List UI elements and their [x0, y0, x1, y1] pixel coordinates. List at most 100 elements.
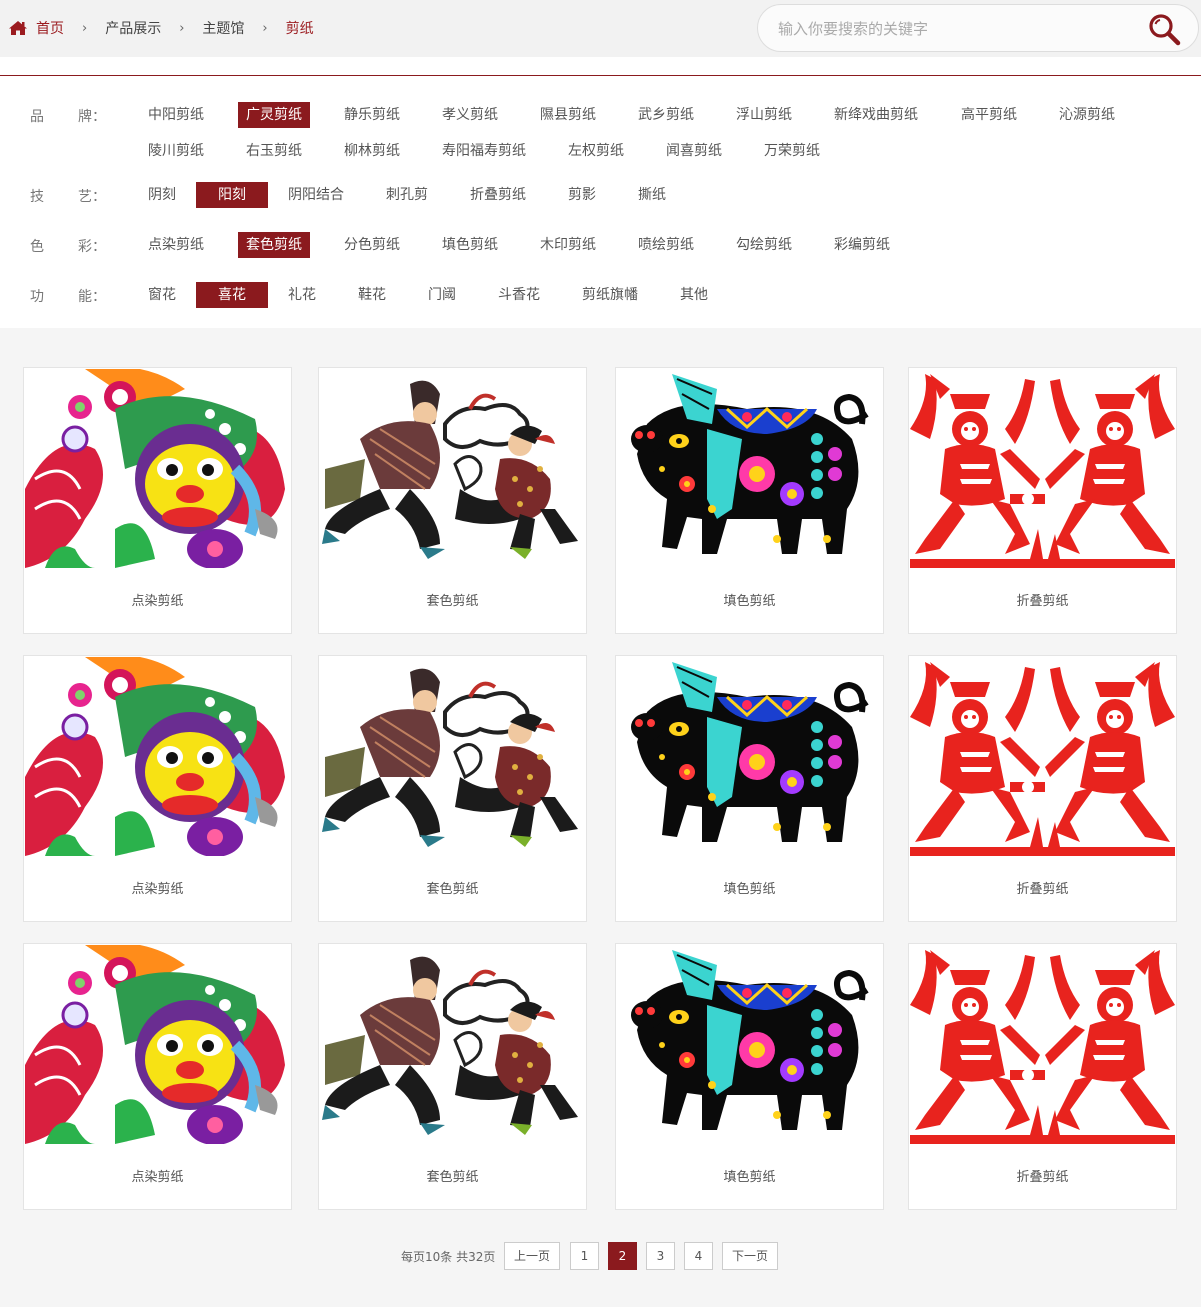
filter-option[interactable]: 门阈 — [420, 282, 464, 308]
filter-option[interactable]: 分色剪纸 — [336, 232, 408, 258]
filter-option[interactable]: 折叠剪纸 — [462, 182, 534, 208]
filter-option[interactable]: 中阳剪纸 — [140, 102, 212, 128]
filter-option[interactable]: 新绛戏曲剪纸 — [826, 102, 926, 128]
lion-papercut-image[interactable] — [25, 945, 290, 1144]
pig-papercut-image[interactable] — [617, 657, 882, 856]
breadcrumb: 首页 › 产品展示 › 主题馆 › 剪纸 — [8, 18, 314, 38]
filter-option-selected[interactable]: 阳刻 — [196, 182, 268, 208]
filter-option[interactable]: 剪影 — [560, 182, 604, 208]
product-caption[interactable]: 套色剪纸 — [319, 590, 586, 609]
product-card[interactable]: 套色剪纸 — [318, 367, 587, 634]
filter-option-selected[interactable]: 广灵剪纸 — [238, 102, 310, 128]
red-figures-papercut-image[interactable] — [910, 657, 1175, 856]
product-caption[interactable]: 折叠剪纸 — [909, 590, 1176, 609]
search-button[interactable] — [1146, 11, 1182, 47]
product-caption[interactable]: 折叠剪纸 — [909, 878, 1176, 897]
product-card[interactable]: 填色剪纸 — [615, 367, 884, 634]
page-button[interactable]: 4 — [684, 1242, 713, 1270]
page-button[interactable]: 1 — [570, 1242, 599, 1270]
filter-option[interactable]: 木印剪纸 — [532, 232, 604, 258]
filter-option[interactable]: 万荣剪纸 — [756, 138, 828, 164]
pagination: 每页10条 共32页 上一页 1 2 3 4 下一页 — [0, 1242, 1201, 1270]
pig-papercut-image[interactable] — [617, 369, 882, 568]
product-caption[interactable]: 填色剪纸 — [616, 878, 883, 897]
prev-page-button[interactable]: 上一页 — [504, 1242, 560, 1270]
product-card[interactable]: 折叠剪纸 — [908, 367, 1177, 634]
search-box — [757, 4, 1199, 52]
filter-option[interactable]: 沁源剪纸 — [1051, 102, 1123, 128]
next-page-button[interactable]: 下一页 — [722, 1242, 778, 1270]
pig-papercut-image[interactable] — [617, 945, 882, 1144]
product-caption[interactable]: 填色剪纸 — [616, 1166, 883, 1185]
product-caption[interactable]: 折叠剪纸 — [909, 1166, 1176, 1185]
filter-option[interactable]: 喷绘剪纸 — [630, 232, 702, 258]
page-button[interactable]: 3 — [646, 1242, 675, 1270]
filter-label-function: 功 能： — [30, 286, 106, 306]
product-caption[interactable]: 点染剪纸 — [24, 590, 291, 609]
filter-option[interactable]: 孝义剪纸 — [434, 102, 506, 128]
filter-label-technique: 技 艺： — [30, 186, 106, 206]
search-icon — [1149, 14, 1181, 46]
filter-option[interactable]: 阴阳结合 — [280, 182, 352, 208]
breadcrumb-theme-hall[interactable]: 主题馆 — [202, 18, 244, 38]
filter-option[interactable]: 隰县剪纸 — [532, 102, 604, 128]
filter-label-color: 色 彩： — [30, 236, 106, 256]
filter-option[interactable]: 填色剪纸 — [434, 232, 506, 258]
filter-label-char: 技 — [30, 189, 44, 205]
filter-option[interactable]: 剪纸旗幡 — [574, 282, 646, 308]
filter-option[interactable]: 彩编剪纸 — [826, 232, 898, 258]
filter-option[interactable]: 柳林剪纸 — [336, 138, 408, 164]
page-button-current[interactable]: 2 — [608, 1242, 637, 1270]
children-papercut-image[interactable] — [320, 945, 585, 1144]
lion-papercut-image[interactable] — [25, 657, 290, 856]
filter-option[interactable]: 闻喜剪纸 — [658, 138, 730, 164]
filter-option[interactable]: 静乐剪纸 — [336, 102, 408, 128]
product-card[interactable]: 套色剪纸 — [318, 943, 587, 1210]
breadcrumb-home[interactable]: 首页 — [8, 18, 64, 38]
filter-option[interactable]: 鞋花 — [350, 282, 394, 308]
filter-option[interactable]: 窗花 — [140, 282, 184, 308]
filter-option[interactable]: 左权剪纸 — [560, 138, 632, 164]
product-card[interactable]: 填色剪纸 — [615, 943, 884, 1210]
filter-option[interactable]: 撕纸 — [630, 182, 674, 208]
breadcrumb-current: 剪纸 — [285, 21, 314, 37]
product-caption[interactable]: 套色剪纸 — [319, 1166, 586, 1185]
children-papercut-image[interactable] — [320, 369, 585, 568]
filter-option[interactable]: 浮山剪纸 — [728, 102, 800, 128]
filter-option[interactable]: 礼花 — [280, 282, 324, 308]
filter-option[interactable]: 武乡剪纸 — [630, 102, 702, 128]
product-caption[interactable]: 套色剪纸 — [319, 878, 586, 897]
product-caption[interactable]: 点染剪纸 — [24, 878, 291, 897]
search-input[interactable] — [778, 17, 1138, 41]
product-card[interactable]: 点染剪纸 — [23, 367, 292, 634]
filter-option[interactable]: 高平剪纸 — [953, 102, 1025, 128]
product-card[interactable]: 折叠剪纸 — [908, 655, 1177, 922]
filter-option[interactable]: 点染剪纸 — [140, 232, 212, 258]
children-papercut-image[interactable] — [320, 657, 585, 856]
product-card[interactable]: 点染剪纸 — [23, 943, 292, 1210]
product-caption[interactable]: 点染剪纸 — [24, 1166, 291, 1185]
filter-option[interactable]: 勾绘剪纸 — [728, 232, 800, 258]
filter-label-brand: 品 牌： — [30, 106, 106, 126]
filter-option[interactable]: 阴刻 — [140, 182, 184, 208]
lion-papercut-image[interactable] — [25, 369, 290, 568]
breadcrumb-home-label: 首页 — [36, 21, 64, 37]
red-figures-papercut-image[interactable] — [910, 369, 1175, 568]
filter-option[interactable]: 斗香花 — [490, 282, 548, 308]
filter-option-selected[interactable]: 喜花 — [196, 282, 268, 308]
filter-label-char: 彩： — [78, 239, 106, 255]
product-card[interactable]: 填色剪纸 — [615, 655, 884, 922]
filter-option[interactable]: 其他 — [672, 282, 716, 308]
filter-option[interactable]: 刺孔剪 — [378, 182, 436, 208]
product-card[interactable]: 折叠剪纸 — [908, 943, 1177, 1210]
product-card[interactable]: 套色剪纸 — [318, 655, 587, 922]
filter-option-selected[interactable]: 套色剪纸 — [238, 232, 310, 258]
product-card[interactable]: 点染剪纸 — [23, 655, 292, 922]
filter-option[interactable]: 陵川剪纸 — [140, 138, 212, 164]
breadcrumb-separator: › — [262, 20, 268, 36]
red-figures-papercut-image[interactable] — [910, 945, 1175, 1144]
breadcrumb-products[interactable]: 产品展示 — [105, 18, 161, 38]
filter-option[interactable]: 右玉剪纸 — [238, 138, 310, 164]
product-caption[interactable]: 填色剪纸 — [616, 590, 883, 609]
filter-option[interactable]: 寿阳福寿剪纸 — [434, 138, 534, 164]
